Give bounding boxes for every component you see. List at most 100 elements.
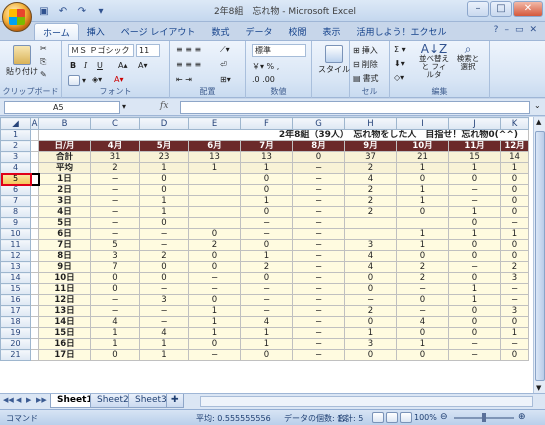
- row-label-cell[interactable]: 5日: [38, 217, 91, 229]
- data-cell[interactable]: 0: [188, 250, 241, 262]
- data-cell[interactable]: 1: [344, 327, 397, 339]
- data-cell[interactable]: 1: [188, 305, 241, 317]
- data-cell[interactable]: 0: [448, 239, 501, 251]
- cell[interactable]: [30, 316, 39, 328]
- insert-sheet-icon[interactable]: ✚: [166, 394, 184, 408]
- cell[interactable]: [30, 228, 39, 240]
- data-cell[interactable]: 8月: [292, 140, 345, 152]
- data-cell[interactable]: 0: [188, 294, 241, 306]
- row-label-cell[interactable]: 4日: [38, 206, 91, 218]
- format-button[interactable]: ▤ 書式: [353, 73, 379, 84]
- data-cell[interactable]: 23: [139, 151, 189, 163]
- fill-color-icon[interactable]: ◈▾: [92, 75, 102, 84]
- data-cell[interactable]: 0: [448, 250, 501, 262]
- data-cell[interactable]: 0: [240, 239, 293, 251]
- data-cell[interactable]: 1: [396, 184, 449, 196]
- prev-sheet-icon[interactable]: ◀: [16, 396, 21, 404]
- cell[interactable]: [30, 195, 39, 207]
- data-cell[interactable]: 1: [139, 338, 189, 350]
- data-cell[interactable]: 0: [188, 228, 241, 240]
- align-left-icon[interactable]: ≡ ≡ ≡: [176, 60, 201, 69]
- data-cell[interactable]: −: [292, 206, 345, 218]
- row-header[interactable]: 17: [0, 305, 31, 317]
- cell[interactable]: [30, 294, 39, 306]
- font-name-combo[interactable]: ＭＳ Ｐゴシック: [68, 44, 134, 57]
- scroll-up-icon[interactable]: ▲: [536, 118, 541, 126]
- data-cell[interactable]: −: [500, 294, 529, 306]
- data-cell[interactable]: 0: [240, 349, 293, 361]
- data-cell[interactable]: 0: [500, 316, 529, 328]
- currency-icon[interactable]: ￥▾ % ,: [252, 61, 279, 72]
- data-cell[interactable]: −: [240, 305, 293, 317]
- format-painter-icon[interactable]: ✎: [40, 70, 47, 79]
- cell[interactable]: [30, 338, 39, 350]
- data-cell[interactable]: 3: [344, 239, 397, 251]
- close-button[interactable]: ✕: [513, 1, 543, 17]
- data-cell[interactable]: −: [292, 228, 345, 240]
- tab-addin[interactable]: 活用しよう！エクセル: [349, 23, 455, 40]
- data-cell[interactable]: −: [292, 195, 345, 207]
- data-cell[interactable]: [188, 217, 241, 229]
- data-cell[interactable]: 10月: [396, 140, 449, 152]
- cell[interactable]: [30, 272, 39, 284]
- data-cell[interactable]: 2: [396, 261, 449, 273]
- data-cell[interactable]: −: [90, 217, 140, 229]
- data-cell[interactable]: 2: [344, 206, 397, 218]
- tab-review[interactable]: 校閲: [280, 23, 314, 40]
- row-header[interactable]: 8: [0, 206, 31, 218]
- cell[interactable]: [30, 327, 39, 339]
- tab-page-layout[interactable]: ページ レイアウト: [113, 23, 204, 40]
- row-label-cell[interactable]: 7日: [38, 239, 91, 251]
- row-header[interactable]: 4: [0, 162, 31, 174]
- data-cell[interactable]: −: [188, 349, 241, 361]
- data-cell[interactable]: 21: [396, 151, 449, 163]
- styles-button[interactable]: スタイル: [318, 45, 350, 75]
- paste-button[interactable]: 貼り付け: [6, 45, 38, 77]
- bold-button[interactable]: B: [70, 61, 76, 70]
- merge-center-icon[interactable]: ⊞▾: [220, 75, 231, 84]
- column-header-a[interactable]: A: [30, 117, 39, 130]
- tab-insert[interactable]: 挿入: [79, 23, 113, 40]
- column-header-f[interactable]: F: [240, 117, 293, 130]
- font-color-icon[interactable]: A▾: [114, 75, 124, 84]
- next-sheet-icon[interactable]: ▶: [26, 396, 31, 404]
- data-cell[interactable]: 14: [500, 151, 529, 163]
- cell[interactable]: [30, 140, 39, 152]
- data-cell[interactable]: 31: [90, 151, 140, 163]
- data-cell[interactable]: 0: [240, 206, 293, 218]
- select-all-corner[interactable]: ◢: [0, 117, 31, 130]
- vertical-scrollbar[interactable]: ▲ ▼: [533, 117, 545, 393]
- data-cell[interactable]: −: [90, 173, 140, 185]
- data-cell[interactable]: −: [292, 250, 345, 262]
- data-cell[interactable]: 2: [90, 162, 140, 174]
- data-cell[interactable]: −: [448, 338, 501, 350]
- fill-icon[interactable]: ⬇▾: [394, 59, 405, 68]
- data-cell[interactable]: −: [292, 173, 345, 185]
- data-cell[interactable]: [188, 206, 241, 218]
- data-cell[interactable]: −: [292, 162, 345, 174]
- data-cell[interactable]: 1: [188, 316, 241, 328]
- row-header[interactable]: 15: [0, 283, 31, 295]
- cell[interactable]: [30, 261, 39, 273]
- data-cell[interactable]: 4: [396, 316, 449, 328]
- data-cell[interactable]: 2: [344, 162, 397, 174]
- data-cell[interactable]: 2: [500, 261, 529, 273]
- row-header[interactable]: 7: [0, 195, 31, 207]
- data-cell[interactable]: −: [292, 338, 345, 350]
- data-cell[interactable]: −: [90, 195, 140, 207]
- data-cell[interactable]: −: [500, 338, 529, 350]
- row-header[interactable]: 11: [0, 239, 31, 251]
- data-cell[interactable]: 4: [344, 250, 397, 262]
- row-label-cell[interactable]: 14日: [38, 316, 91, 328]
- tab-formulas[interactable]: 数式: [203, 23, 237, 40]
- data-cell[interactable]: 2: [344, 184, 397, 196]
- data-cell[interactable]: −: [448, 195, 501, 207]
- data-cell[interactable]: [188, 195, 241, 207]
- data-cell[interactable]: 0: [188, 338, 241, 350]
- number-format-combo[interactable]: 標準: [252, 44, 306, 57]
- data-cell[interactable]: 0: [344, 349, 397, 361]
- borders-icon[interactable]: ▾: [68, 75, 86, 86]
- data-cell[interactable]: −: [448, 184, 501, 196]
- cell[interactable]: [30, 305, 39, 317]
- data-cell[interactable]: 0: [396, 250, 449, 262]
